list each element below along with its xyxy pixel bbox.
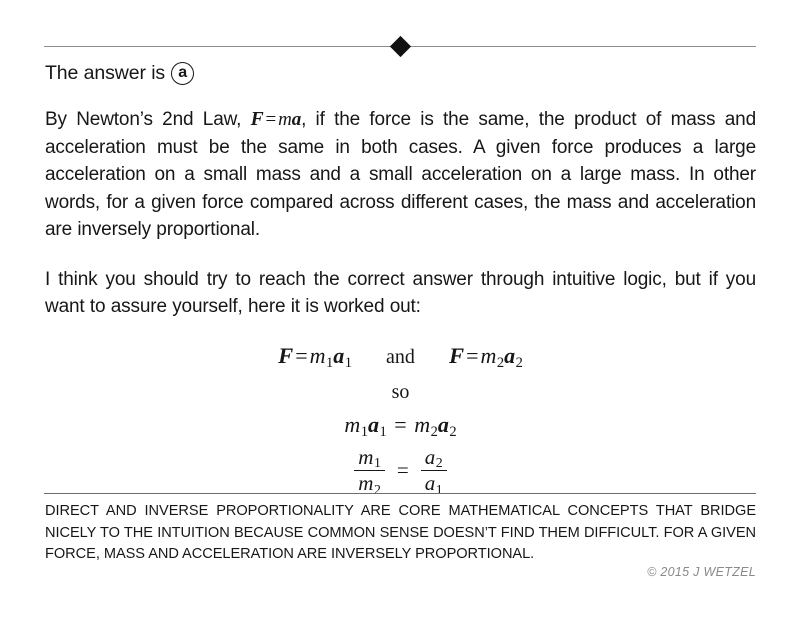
paragraph-newtons-law: By Newton’s 2nd Law, F = ma, if the force … — [45, 106, 756, 244]
fraction-m1-over-m2: m1 m2 — [354, 445, 385, 497]
equation-f-equals-m2-a2: F=m2a2 — [448, 342, 523, 371]
answer-choice-badge: a — [171, 61, 195, 85]
equation-line-3: m1a1 = m2a2 — [45, 410, 756, 440]
fraction-equals-sign: = — [396, 458, 409, 483]
fraction-numerator-a2: a2 — [420, 445, 447, 472]
equation-line-4-fractions: m1 m2 = a2 a1 — [45, 445, 756, 497]
equation-block: F=m1a1 and F=m2a2 so m1a1 = m2a2 m1 m2 = a… — [45, 341, 756, 497]
bottom-rule-line — [44, 493, 756, 494]
top-divider — [44, 35, 756, 58]
equation-line-1: F=m1a1 and F=m2a2 — [45, 341, 756, 372]
equation-f-equals-m1-a1: F=m1a1 — [278, 342, 353, 371]
answer-line: The answer is a — [45, 60, 756, 86]
copyright-notice: © 2015 J WETZEL — [647, 565, 756, 579]
newton-pre-text: By Newton’s 2nd Law, — [45, 109, 242, 130]
equation-connector-so: so — [391, 380, 410, 403]
inline-equation-f-equals-ma: F = ma — [250, 109, 302, 130]
answer-prefix: The answer is — [45, 62, 166, 84]
fraction-numerator-m1: m1 — [354, 445, 385, 472]
equation-m1a1-equals-m2a2: m1a1 = m2a2 — [344, 411, 457, 440]
fraction-denominator-m2: m2 — [358, 471, 381, 497]
summary-caption: DIRECT AND INVERSE PROPORTIONALITY ARE C… — [45, 503, 756, 562]
fraction-denominator-a1: a1 — [424, 471, 443, 497]
fraction-a2-over-a1: a2 a1 — [420, 445, 447, 497]
diamond-marker-icon — [389, 35, 411, 57]
equation-conjunction: and — [386, 345, 415, 368]
content-column: The answer is a By Newton’s 2nd Law, F = ma… — [45, 60, 756, 496]
slide-page: The answer is a By Newton’s 2nd Law, F = ma… — [0, 0, 800, 617]
paragraph-intuitive-logic: I think you should try to reach the corr… — [45, 268, 756, 318]
